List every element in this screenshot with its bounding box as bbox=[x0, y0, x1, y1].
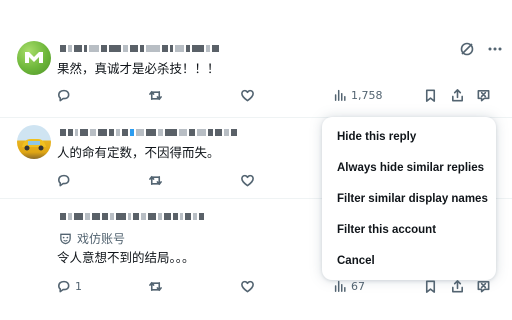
menu-item-cancel[interactable]: Cancel bbox=[322, 245, 496, 276]
share-icon bbox=[452, 88, 463, 101]
menu-item-always-hide-similar[interactable]: Always hide similar replies bbox=[322, 152, 496, 183]
bookmark-icon bbox=[425, 89, 436, 102]
more-icon[interactable] bbox=[487, 41, 503, 61]
repost-icon bbox=[149, 175, 162, 185]
post-3-text: 令人意想不到的结局。。。 bbox=[57, 250, 195, 265]
post-2-text: 人的命有定数，不因得而失。 bbox=[57, 145, 220, 160]
repost-button[interactable] bbox=[148, 86, 163, 104]
reply-icon bbox=[58, 174, 70, 186]
post-1-top-actions bbox=[459, 41, 503, 61]
parody-account-label: 戏仿账号 bbox=[59, 230, 125, 247]
post-1-avatar[interactable] bbox=[17, 41, 51, 75]
hide-reply-icon bbox=[477, 280, 490, 292]
post-2-avatar[interactable] bbox=[17, 125, 51, 159]
reply-button[interactable]: 1 bbox=[56, 277, 82, 295]
menu-item-hide-reply[interactable]: Hide this reply bbox=[322, 121, 496, 152]
grok-icon[interactable] bbox=[459, 41, 475, 61]
views-icon bbox=[334, 280, 346, 292]
reply-icon bbox=[58, 89, 70, 101]
hide-reply-icon bbox=[477, 89, 490, 101]
like-icon bbox=[241, 280, 254, 292]
reply-button[interactable] bbox=[56, 86, 71, 104]
menu-item-filter-account[interactable]: Filter this account bbox=[322, 214, 496, 245]
share-button[interactable] bbox=[450, 86, 465, 104]
reply-count: 1 bbox=[75, 279, 82, 293]
post-1[interactable]: 果然，真诚才是必杀技！！！ 1,758 bbox=[0, 0, 512, 118]
reply-icon bbox=[58, 280, 70, 292]
like-button[interactable] bbox=[240, 86, 255, 104]
parody-account-text: 戏仿账号 bbox=[77, 232, 126, 246]
like-icon bbox=[241, 89, 254, 101]
views-count: 67 bbox=[351, 279, 365, 293]
repost-button[interactable] bbox=[148, 171, 163, 189]
views-count: 1,758 bbox=[351, 88, 383, 102]
repost-icon bbox=[149, 90, 162, 100]
like-button[interactable] bbox=[240, 171, 255, 189]
post-3-author-pixelated[interactable] bbox=[60, 209, 204, 223]
parody-mask-icon bbox=[60, 233, 71, 245]
views-icon bbox=[334, 89, 346, 101]
bookmark-button[interactable] bbox=[423, 86, 438, 104]
post-2-author-pixelated[interactable] bbox=[60, 125, 237, 139]
avatar-logo-icon bbox=[25, 52, 43, 63]
menu-item-filter-display-names[interactable]: Filter similar display names bbox=[322, 183, 496, 214]
hide-reply-button[interactable] bbox=[476, 86, 491, 104]
like-button[interactable] bbox=[240, 277, 255, 295]
share-icon bbox=[452, 279, 463, 292]
repost-icon bbox=[149, 281, 162, 291]
reply-button[interactable] bbox=[56, 171, 71, 189]
reply-options-menu: Hide this reply Always hide similar repl… bbox=[322, 117, 496, 280]
repost-button[interactable] bbox=[148, 277, 163, 295]
like-icon bbox=[241, 174, 254, 186]
views-button[interactable]: 1,758 bbox=[333, 86, 383, 104]
post-1-author-pixelated[interactable] bbox=[60, 41, 219, 55]
bookmark-icon bbox=[425, 280, 436, 293]
post-1-text: 果然，真诚才是必杀技！！！ bbox=[57, 61, 220, 76]
avatar-car-icon bbox=[22, 139, 46, 151]
